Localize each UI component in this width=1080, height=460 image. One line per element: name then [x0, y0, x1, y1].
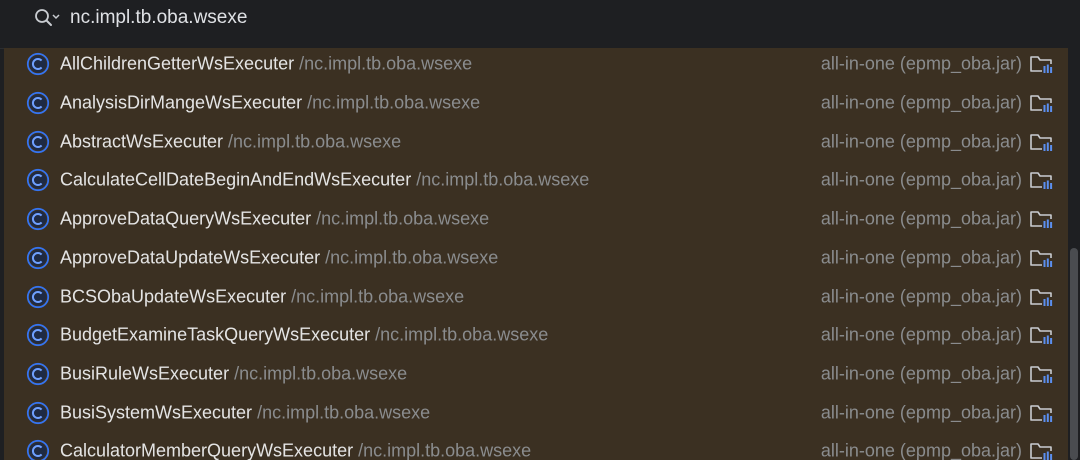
module-label: all-in-one (epmp_oba.jar)	[820, 53, 1022, 74]
package-path: /nc.impl.tb.oba.wsexe	[416, 169, 590, 190]
module-label: all-in-one (epmp_oba.jar)	[820, 440, 1022, 460]
class-name: BCSObaUpdateWsExecuter/nc.impl.tb.oba.ws…	[60, 286, 464, 307]
package-path: /nc.impl.tb.oba.wsexe	[257, 402, 431, 423]
module-label: all-in-one (epmp_oba.jar)	[820, 208, 1022, 229]
list-item[interactable]: BusiRuleWsExecuter/nc.impl.tb.oba.wsexe a…	[4, 355, 1068, 394]
class-name-label: CalculatorMemberQueryWsExecuter	[60, 440, 354, 460]
class-name-label: BudgetExamineTaskQueryWsExecuter	[60, 324, 371, 345]
class-name-label: AllChildrenGetterWsExecuter	[60, 53, 295, 74]
class-name-label: AbstractWsExecuter	[60, 131, 224, 152]
package-path: /nc.impl.tb.oba.wsexe	[307, 92, 481, 113]
list-item[interactable]: BudgetExamineTaskQueryWsExecuter/nc.impl…	[4, 316, 1068, 355]
library-folder-icon	[1029, 168, 1055, 192]
package-path: /nc.impl.tb.oba.wsexe	[325, 247, 499, 268]
class-icon	[26, 91, 50, 115]
package-path: /nc.impl.tb.oba.wsexe	[375, 324, 549, 345]
class-name: AnalysisDirMangeWsExecuter/nc.impl.tb.ob…	[60, 93, 480, 114]
class-name: AllChildrenGetterWsExecuter/nc.impl.tb.o…	[60, 54, 472, 75]
class-icon	[26, 285, 50, 309]
results-list: AllChildrenGetterWsExecuter/nc.impl.tb.o…	[4, 48, 1068, 460]
module-label: all-in-one (epmp_oba.jar)	[820, 324, 1022, 345]
class-name: ApproveDataUpdateWsExecuter/nc.impl.tb.o…	[60, 247, 498, 268]
library-folder-icon	[1029, 52, 1055, 76]
list-item[interactable]: AllChildrenGetterWsExecuter/nc.impl.tb.o…	[4, 48, 1068, 84]
package-path: /nc.impl.tb.oba.wsexe	[291, 286, 465, 307]
search-everywhere-popup: AllChildrenGetterWsExecuter/nc.impl.tb.o…	[0, 0, 1080, 460]
class-name: CalculateCellDateBeginAndEndWsExecuter/n…	[60, 170, 589, 191]
list-item[interactable]: CalculateCellDateBeginAndEndWsExecuter/n…	[4, 161, 1068, 200]
list-item[interactable]: CalculatorMemberQueryWsExecuter/nc.impl.…	[4, 432, 1068, 460]
class-icon	[26, 207, 50, 231]
library-folder-icon	[1029, 323, 1055, 347]
class-name: BusiRuleWsExecuter/nc.impl.tb.oba.wsexe	[60, 363, 407, 384]
class-icon	[26, 401, 50, 425]
class-name: BudgetExamineTaskQueryWsExecuter/nc.impl…	[60, 325, 548, 346]
list-item[interactable]: AbstractWsExecuter/nc.impl.tb.oba.wsexe a…	[4, 122, 1068, 161]
list-item[interactable]: BusiSystemWsExecuter/nc.impl.tb.oba.wsex…	[4, 393, 1068, 432]
class-name-label: BusiSystemWsExecuter	[60, 402, 253, 423]
list-item[interactable]: AnalysisDirMangeWsExecuter/nc.impl.tb.ob…	[4, 84, 1068, 123]
package-path: /nc.impl.tb.oba.wsexe	[228, 131, 402, 152]
search-input[interactable]	[70, 3, 970, 33]
class-icon	[26, 130, 50, 154]
library-folder-icon	[1029, 207, 1055, 231]
module-label: all-in-one (epmp_oba.jar)	[820, 286, 1022, 307]
class-icon	[26, 362, 50, 386]
class-name: AbstractWsExecuter/nc.impl.tb.oba.wsexe	[60, 131, 401, 152]
class-name-label: BCSObaUpdateWsExecuter	[60, 286, 287, 307]
class-name: CalculatorMemberQueryWsExecuter/nc.impl.…	[60, 441, 531, 460]
scrollbar-thumb[interactable]	[1070, 248, 1078, 460]
class-icon	[26, 246, 50, 270]
library-folder-icon	[1029, 362, 1055, 386]
package-path: /nc.impl.tb.oba.wsexe	[316, 208, 490, 229]
class-icon	[26, 323, 50, 347]
package-path: /nc.impl.tb.oba.wsexe	[299, 53, 473, 74]
class-name: ApproveDataQueryWsExecuter/nc.impl.tb.ob…	[60, 209, 489, 230]
module-label: all-in-one (epmp_oba.jar)	[820, 402, 1022, 423]
module-label: all-in-one (epmp_oba.jar)	[820, 363, 1022, 384]
package-path: /nc.impl.tb.oba.wsexe	[358, 440, 532, 460]
class-name-label: BusiRuleWsExecuter	[60, 363, 230, 384]
class-name-label: AnalysisDirMangeWsExecuter	[60, 92, 303, 113]
list-item[interactable]: ApproveDataUpdateWsExecuter/nc.impl.tb.o…	[4, 239, 1068, 278]
class-name-label: CalculateCellDateBeginAndEndWsExecuter	[60, 169, 412, 190]
class-name-label: ApproveDataUpdateWsExecuter	[60, 247, 321, 268]
module-label: all-in-one (epmp_oba.jar)	[820, 92, 1022, 113]
scrollbar[interactable]	[1068, 48, 1080, 460]
module-label: all-in-one (epmp_oba.jar)	[820, 247, 1022, 268]
list-item[interactable]: ApproveDataQueryWsExecuter/nc.impl.tb.ob…	[4, 200, 1068, 239]
library-folder-icon	[1029, 439, 1055, 460]
library-folder-icon	[1029, 130, 1055, 154]
module-label: all-in-one (epmp_oba.jar)	[820, 169, 1022, 190]
package-path: /nc.impl.tb.oba.wsexe	[234, 363, 408, 384]
class-icon	[26, 168, 50, 192]
module-label: all-in-one (epmp_oba.jar)	[820, 131, 1022, 152]
class-icon	[26, 439, 50, 460]
class-name-label: ApproveDataQueryWsExecuter	[60, 208, 312, 229]
library-folder-icon	[1029, 91, 1055, 115]
search-icon[interactable]	[32, 6, 62, 30]
search-bar	[0, 0, 1080, 49]
library-folder-icon	[1029, 285, 1055, 309]
library-folder-icon	[1029, 401, 1055, 425]
class-name: BusiSystemWsExecuter/nc.impl.tb.oba.wsex…	[60, 402, 430, 423]
list-item[interactable]: BCSObaUpdateWsExecuter/nc.impl.tb.oba.ws…	[4, 277, 1068, 316]
library-folder-icon	[1029, 246, 1055, 270]
class-icon	[26, 52, 50, 76]
